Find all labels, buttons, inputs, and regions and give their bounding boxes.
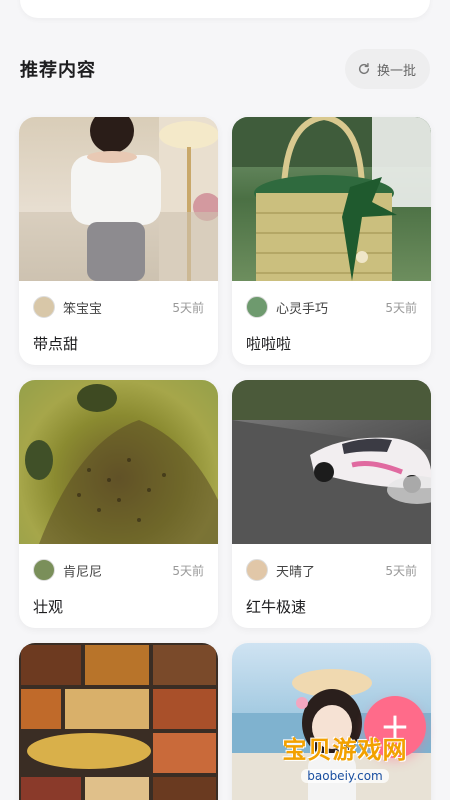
top-panel [20, 0, 430, 18]
section-header: 推荐内容 换一批 [20, 48, 430, 90]
content-card[interactable]: 肯尼尼 5天前 壮观 [19, 380, 218, 628]
card-caption[interactable]: 啦啦啦 [232, 333, 431, 363]
card-meta: 心灵手巧 5天前 [232, 281, 431, 333]
card-time: 5天前 [385, 300, 417, 315]
content-card[interactable]: 天晴了 5天前 红牛极速 [232, 380, 431, 628]
card-author[interactable]: 心灵手巧 [276, 298, 385, 317]
avatar[interactable] [246, 559, 268, 581]
card-meta: 肯尼尼 5天前 [19, 544, 218, 596]
watermark-url: baobeiy.com [301, 769, 389, 783]
card-caption[interactable]: 壮观 [19, 596, 218, 626]
card-thumbnail[interactable] [19, 380, 218, 544]
card-meta: 天晴了 5天前 [232, 544, 431, 596]
refresh-button[interactable]: 换一批 [344, 49, 430, 89]
content-card[interactable]: 心灵手巧 5天前 啦啦啦 [232, 117, 431, 365]
card-time: 5天前 [172, 300, 204, 315]
avatar[interactable] [33, 559, 55, 581]
avatar[interactable] [246, 296, 268, 318]
refresh-icon [358, 63, 370, 75]
content-card[interactable]: 笨宝宝 5天前 带点甜 [19, 117, 218, 365]
card-meta: 笨宝宝 5天前 [19, 281, 218, 333]
card-author[interactable]: 笨宝宝 [63, 298, 172, 317]
avatar[interactable] [33, 296, 55, 318]
watermark: 宝贝游戏网 baobeiy.com [270, 730, 420, 790]
watermark-text: 宝贝游戏网 [282, 736, 408, 764]
card-thumbnail[interactable] [19, 643, 218, 800]
card-thumbnail[interactable] [232, 380, 431, 544]
card-author[interactable]: 肯尼尼 [63, 561, 172, 580]
card-time: 5天前 [385, 563, 417, 578]
refresh-label: 换一批 [376, 63, 416, 79]
card-author[interactable]: 天晴了 [276, 561, 385, 580]
content-card[interactable] [19, 643, 218, 800]
card-caption[interactable]: 红牛极速 [232, 596, 431, 626]
card-thumbnail[interactable] [19, 117, 218, 281]
card-caption[interactable]: 带点甜 [19, 333, 218, 363]
section-title: 推荐内容 [20, 60, 96, 81]
card-time: 5天前 [172, 563, 204, 578]
card-thumbnail[interactable] [232, 117, 431, 281]
